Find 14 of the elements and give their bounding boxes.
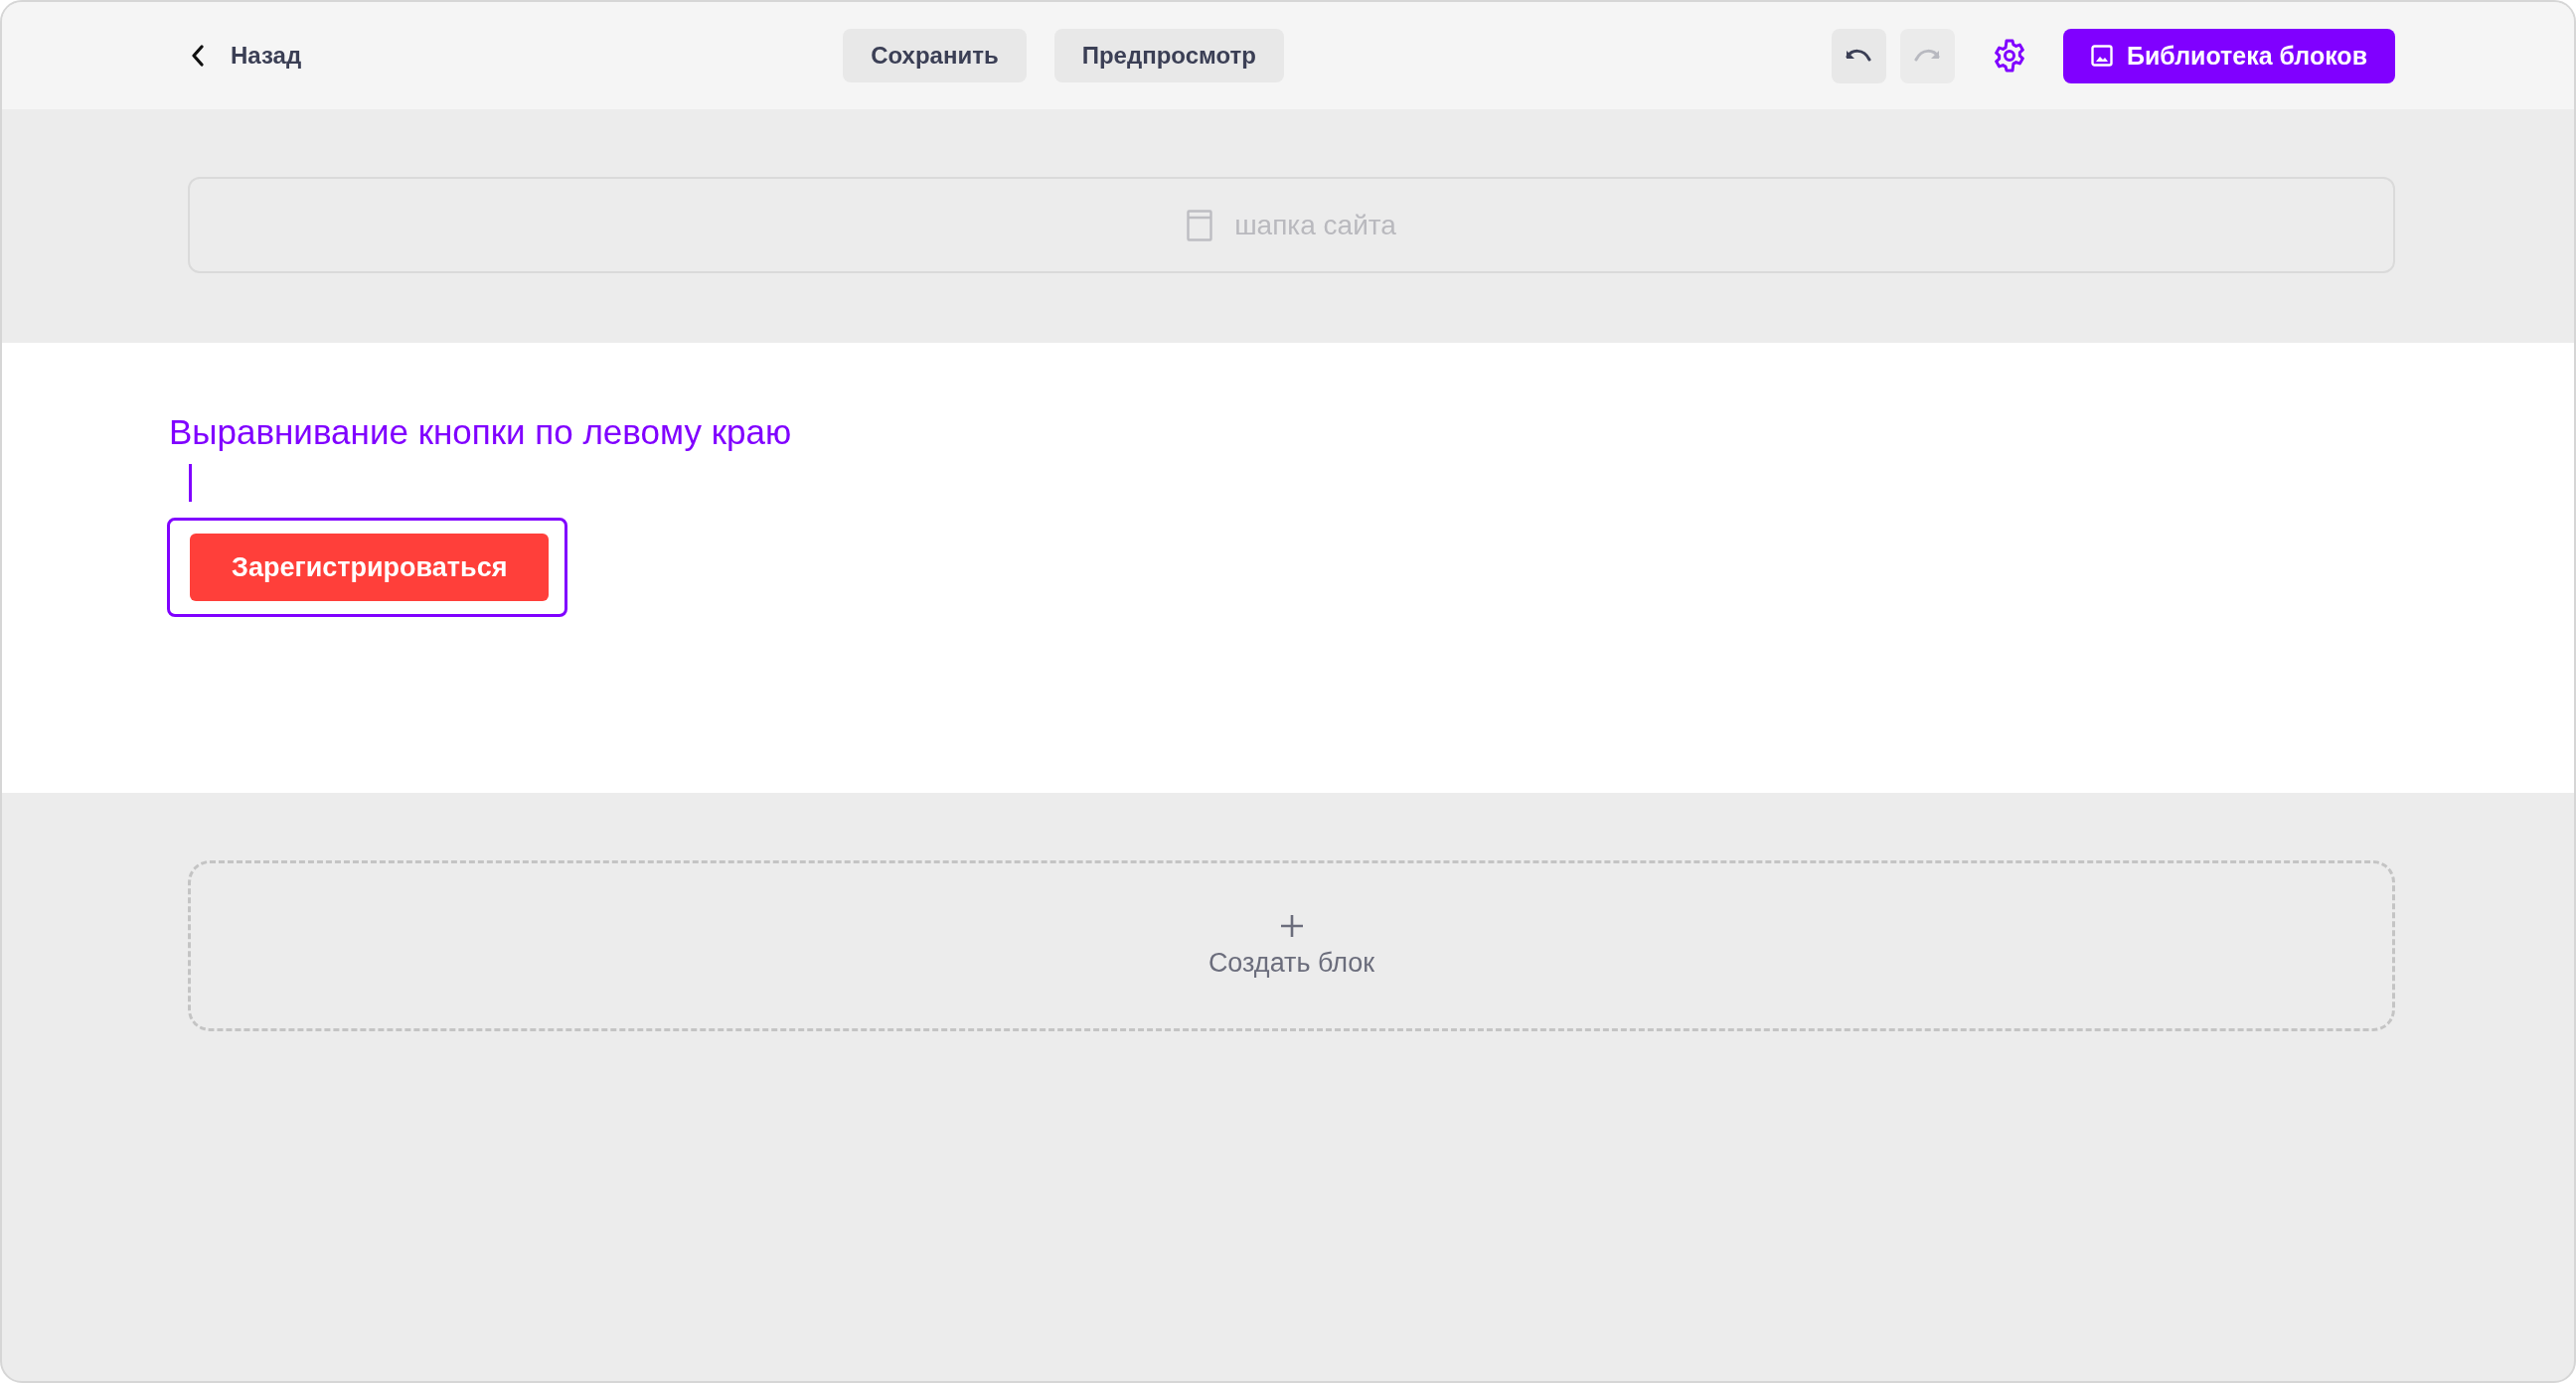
- annotation-text: Выравнивание кнопки по левому краю: [169, 412, 792, 452]
- preview-button[interactable]: Предпросмотр: [1053, 29, 1284, 82]
- page-icon: [1187, 209, 1213, 241]
- back-link[interactable]: Назад: [191, 42, 302, 70]
- create-block-area[interactable]: Создать блок: [188, 860, 2395, 1031]
- create-block-label: Создать блок: [1208, 947, 1375, 979]
- block-library-button[interactable]: Библиотека блоков: [2062, 28, 2395, 83]
- undo-button[interactable]: [1831, 28, 1886, 83]
- save-button[interactable]: Сохранить: [843, 29, 1027, 82]
- image-icon: [2090, 45, 2113, 67]
- register-button[interactable]: Зарегистрироваться: [190, 534, 550, 601]
- leader-line: [189, 464, 192, 502]
- plus-icon: [1279, 913, 1304, 938]
- chevron-left-icon: [191, 45, 205, 67]
